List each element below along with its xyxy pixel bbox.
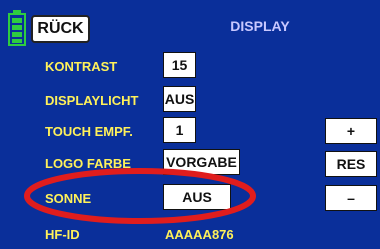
highlight-ring xyxy=(24,168,256,224)
display-screen: RÜCK DISPLAY KONTRAST DISPLAYLICHT TOUCH… xyxy=(0,0,380,249)
